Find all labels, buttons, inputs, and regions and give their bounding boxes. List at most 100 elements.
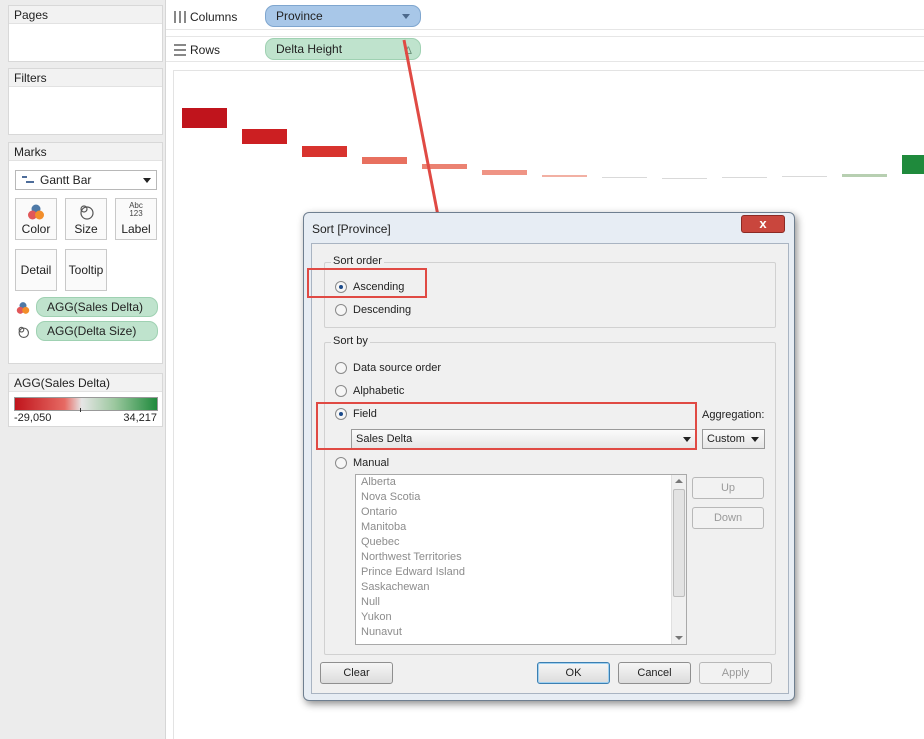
gantt-bar[interactable] [662, 178, 707, 179]
up-button[interactable]: Up [692, 477, 764, 499]
list-item[interactable]: Null [356, 595, 686, 610]
list-item[interactable]: Nunavut [356, 625, 686, 640]
list-item[interactable]: Quebec [356, 535, 686, 550]
dialog-title: Sort [Province] [312, 222, 391, 236]
chevron-down-icon [751, 437, 759, 442]
scroll-thumb[interactable] [673, 489, 685, 597]
pages-card[interactable]: Pages [8, 5, 163, 62]
size-icon [18, 326, 29, 338]
gantt-bar[interactable] [782, 176, 827, 177]
delta-height-pill-label: Delta Height [276, 42, 343, 56]
alphabetic-radio[interactable]: Alphabetic [335, 385, 404, 398]
ok-button[interactable]: OK [537, 662, 610, 684]
list-scrollbar[interactable] [671, 475, 686, 644]
data-source-order-label: Data source order [353, 362, 442, 374]
aggregation-label: Aggregation: [702, 409, 765, 421]
descending-radio[interactable]: Descending [335, 304, 411, 317]
size-button[interactable]: Size [65, 198, 107, 240]
color-label: Color [21, 222, 51, 236]
gantt-bar[interactable] [242, 129, 287, 144]
left-panel: Pages Filters Marks Gantt Bar Color Size… [0, 0, 166, 739]
size-label: Size [74, 222, 98, 236]
label-icon: Abc 123 [129, 201, 143, 218]
gantt-bar[interactable] [602, 177, 647, 178]
color-legend-ramp[interactable] [14, 397, 158, 411]
cancel-button[interactable]: Cancel [618, 662, 691, 684]
descending-label: Descending [353, 304, 412, 316]
filters-title: Filters [9, 69, 162, 87]
dialog-body: Sort order Ascending Descending Sort by … [311, 243, 789, 694]
delta-height-pill[interactable]: Delta Height Δ [265, 38, 421, 60]
columns-shelf[interactable]: Columns Province [166, 4, 924, 30]
list-item[interactable]: Nova Scotia [356, 490, 686, 505]
gantt-bar[interactable] [542, 175, 587, 177]
aggregation-select-value: Custom [707, 433, 745, 445]
gantt-bar[interactable] [182, 108, 227, 128]
scroll-down-icon[interactable] [675, 636, 683, 640]
list-item[interactable]: Ontario [356, 505, 686, 520]
gantt-bar[interactable] [902, 155, 924, 174]
list-item[interactable]: Alberta [356, 475, 686, 490]
columns-label: Columns [190, 10, 238, 24]
list-item[interactable]: Saskachewan [356, 580, 686, 595]
list-item[interactable]: Manitoba [356, 520, 686, 535]
label-label: Label [121, 222, 151, 236]
pages-title: Pages [9, 6, 162, 24]
color-button[interactable]: Color [15, 198, 57, 240]
columns-icon [174, 11, 186, 23]
list-item[interactable]: Northwest Territories [356, 550, 686, 565]
gantt-bar[interactable] [482, 170, 527, 175]
alphabetic-label: Alphabetic [353, 385, 405, 397]
detail-button[interactable]: Detail [15, 249, 57, 291]
list-item[interactable]: Prince Edward Island [356, 565, 686, 580]
aggregation-select[interactable]: Custom [702, 429, 765, 449]
color-icon [16, 302, 30, 314]
annotation-box-field [316, 402, 697, 450]
label-button[interactable]: Abc 123 Label [115, 198, 157, 240]
gantt-bar[interactable] [362, 157, 407, 164]
sort-by-label: Sort by [331, 335, 370, 347]
rows-icon [174, 44, 186, 56]
chevron-down-icon[interactable] [402, 14, 410, 19]
color-icon [28, 204, 44, 220]
size-pill[interactable]: AGG(Delta Size) [36, 321, 158, 341]
gantt-icon [22, 176, 34, 184]
rows-shelf[interactable]: Rows Delta Height Δ [166, 36, 924, 62]
radio-dot [335, 385, 347, 397]
gantt-bar[interactable] [722, 177, 767, 178]
gantt-bar[interactable] [422, 164, 467, 169]
mark-type-value: Gantt Bar [40, 173, 92, 187]
close-button[interactable]: x [741, 215, 785, 233]
data-source-order-radio[interactable]: Data source order [335, 362, 441, 375]
gantt-bar[interactable] [842, 174, 887, 177]
manual-label: Manual [353, 457, 390, 469]
rows-label: Rows [190, 43, 221, 57]
sort-order-label: Sort order [331, 255, 384, 267]
color-legend-card: AGG(Sales Delta) -29,050 34,217 [8, 373, 163, 427]
manual-list[interactable]: Alberta Nova Scotia Ontario Manitoba Que… [355, 474, 687, 645]
detail-label: Detail [20, 263, 52, 277]
color-pill[interactable]: AGG(Sales Delta) [36, 297, 158, 317]
gantt-bar[interactable] [302, 146, 347, 157]
radio-dot [335, 362, 347, 374]
legend-max: 34,217 [123, 412, 157, 424]
legend-title: AGG(Sales Delta) [9, 374, 162, 392]
marks-title: Marks [9, 143, 162, 161]
apply-button[interactable]: Apply [699, 662, 772, 684]
filters-card[interactable]: Filters [8, 68, 163, 135]
scroll-up-icon[interactable] [675, 479, 683, 483]
size-icon [80, 205, 94, 220]
down-button[interactable]: Down [692, 507, 764, 529]
mark-type-dropdown[interactable]: Gantt Bar [15, 170, 157, 190]
province-pill[interactable]: Province [265, 5, 421, 27]
province-pill-label: Province [276, 9, 323, 23]
clear-button[interactable]: Clear [320, 662, 393, 684]
legend-zero-tick [80, 408, 81, 412]
radio-dot [335, 457, 347, 469]
close-icon: x [759, 216, 767, 231]
manual-radio[interactable]: Manual [335, 457, 389, 470]
tooltip-label: Tooltip [68, 263, 104, 277]
tooltip-button[interactable]: Tooltip [65, 249, 107, 291]
marks-card: Marks Gantt Bar Color Size Abc 123 Label… [8, 142, 163, 364]
list-item[interactable]: Yukon [356, 610, 686, 625]
